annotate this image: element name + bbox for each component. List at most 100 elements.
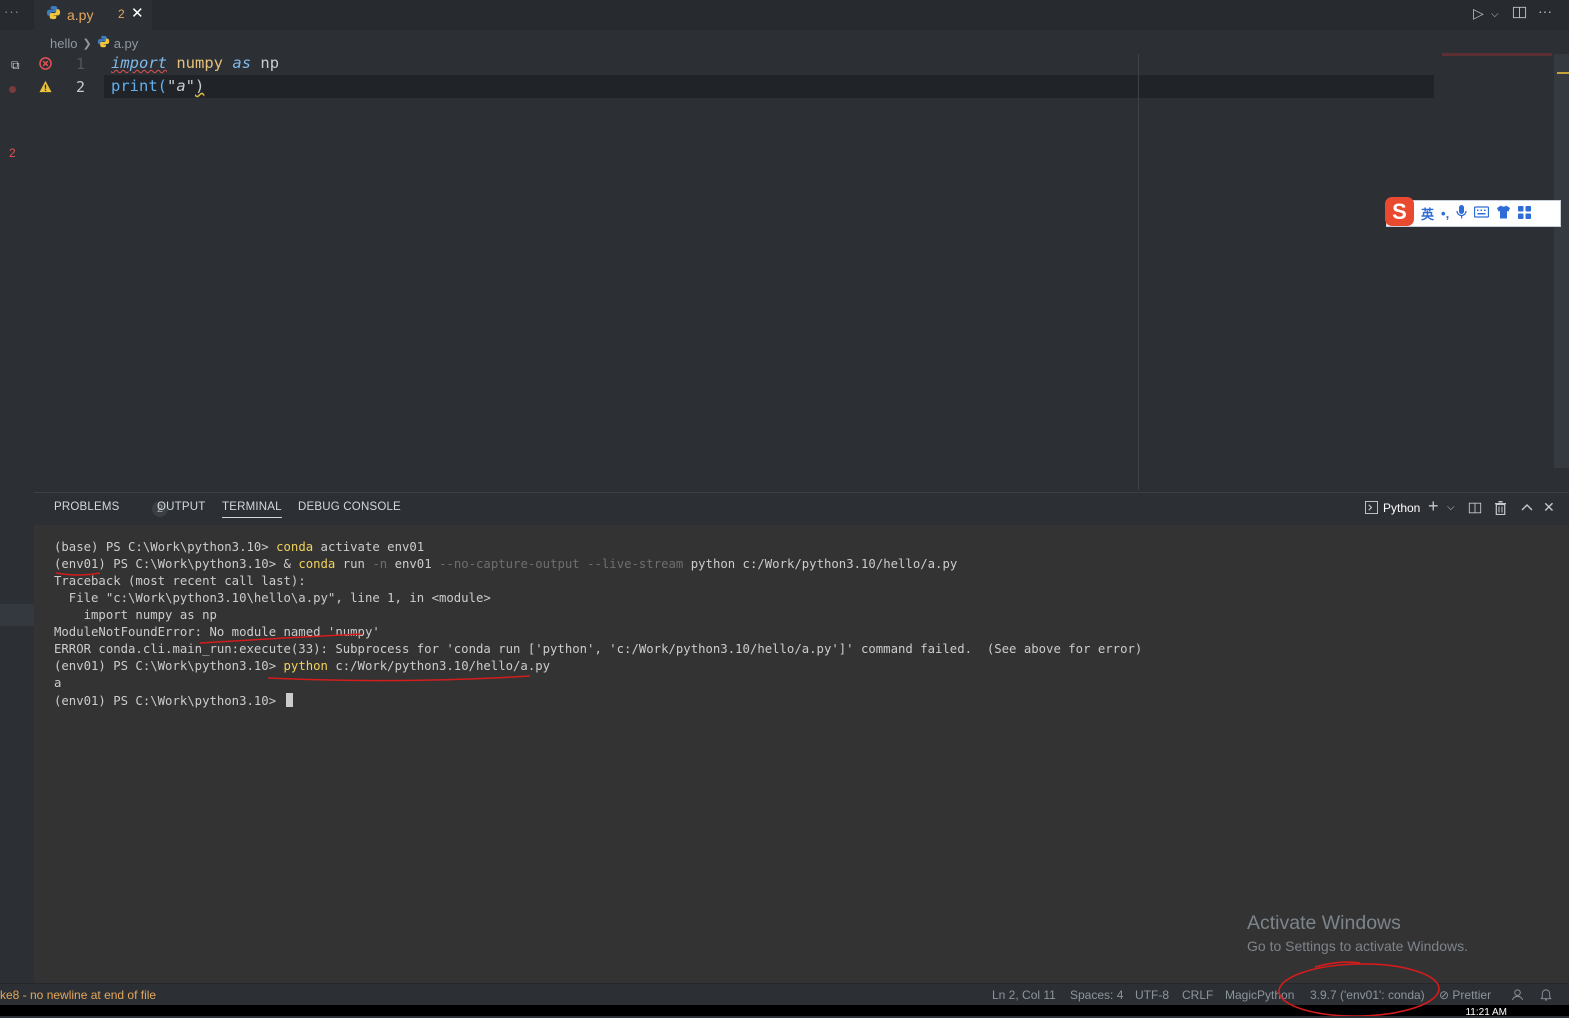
chevron-down-icon[interactable]: ⌵ [1491,9,1499,20]
windows-taskbar [0,1005,1569,1016]
language-mode[interactable]: MagicPython [1225,988,1294,1002]
terminal-text: (env01) PS C:\Work\python3.10> & [54,557,299,571]
more-actions-icon[interactable]: ··· [4,4,20,19]
code-token: ) [195,77,205,95]
run-icon[interactable]: ▷ [1473,5,1484,22]
terminal-text: (env01) PS C:\Work\python3.10> [54,659,284,673]
mic-icon[interactable] [1456,205,1467,222]
activity-highlight [0,604,34,626]
code-token: numpy [176,54,224,72]
more-icon[interactable]: ··· [1538,3,1552,19]
terminal-line: (env01) PS C:\Work\python3.10> python c:… [54,659,550,673]
overview-count: 2 [9,146,16,160]
current-line-highlight [104,75,1434,98]
split-editor-icon[interactable] [1512,5,1527,23]
terminal-line: Traceback (most recent call last): [54,574,306,588]
add-terminal-icon[interactable]: + [1428,496,1439,517]
tab-a-py[interactable]: a.py 2 ✕ [34,0,152,30]
terminal-text: activate env01 [313,540,425,554]
terminal-line: import numpy as np [54,608,217,622]
terminal-line: (base) PS C:\Work\python3.10> conda acti… [54,540,424,554]
code-token: np [260,54,280,72]
terminal-text: python c:/Work/python3.10/hello/a.py [683,557,958,571]
sogou-logo-icon[interactable]: S [1385,197,1414,226]
terminal-line: File "c:\Work\python3.10\hello\a.py", li… [54,591,491,605]
editor-scrollbar[interactable] [1554,54,1569,468]
breadcrumb-file[interactable]: a.py [114,36,139,51]
python-interpreter[interactable]: 3.9.7 ('env01': conda) [1310,988,1425,1002]
terminal-text: (base) PS C:\Work\python3.10> [54,540,277,554]
indentation[interactable]: Spaces: 4 [1070,988,1123,1002]
terminal-text: conda [298,557,336,571]
terminal-text: conda [276,540,314,554]
ime-punct[interactable]: •, [1441,206,1449,221]
terminal-line: ModuleNotFoundError: No module named 'nu… [54,625,380,639]
code-token: print( [111,77,167,95]
chevron-right-icon: ❯ [82,37,92,50]
panel-header: PROBLEMS 2 OUTPUT TERMINAL DEBUG CONSOLE… [34,492,1569,525]
terminal-line: a [54,676,62,690]
breakpoint-icon[interactable] [9,82,16,96]
ime-toolbar[interactable]: S 英 •, [1385,197,1561,227]
cursor-position[interactable]: Ln 2, Col 11 [992,988,1056,1002]
terminal-profile-label[interactable]: Python [1383,501,1420,515]
feedback-icon[interactable] [1511,988,1524,1004]
error-icon[interactable] [39,57,52,73]
tab-problems[interactable]: PROBLEMS [54,501,120,513]
terminal-text: c:/Work/python3.10/hello/a.py [327,659,551,673]
code-token: as [232,54,252,72]
prettier-status[interactable]: ⊘ Prettier [1439,988,1491,1002]
terminal-cursor [285,693,293,707]
scrollbar-warning-marker [1557,72,1569,74]
breadcrumb-folder[interactable]: hello [50,36,77,51]
prettier-label: Prettier [1452,988,1492,1002]
terminal-line: (env01) PS C:\Work\python3.10> & conda r… [54,557,957,571]
python-file-icon [46,5,61,25]
terminal-text: run [335,557,373,571]
terminal-text: (env01) PS C:\Work\python3.10> [54,694,284,708]
terminal-text: --no-capture-output --live-stream [439,557,684,571]
tab-terminal[interactable]: TERMINAL [222,501,282,518]
trash-icon[interactable] [1494,501,1507,518]
minimap[interactable] [1442,53,1552,56]
terminal-line: ERROR conda.cli.main_run:execute(33): Su… [54,642,1143,656]
tab-debug-console[interactable]: DEBUG CONSOLE [298,501,401,513]
line-number: 2 [75,78,85,96]
check-icon: ⊘ [1439,988,1450,1002]
skin-icon[interactable] [1496,205,1511,222]
status-message[interactable]: ke8 - no newline at end of file [0,988,156,1002]
chevron-down-icon[interactable]: ⌵ [1447,502,1455,513]
warning-icon[interactable] [39,80,52,96]
line-number: 1 [75,55,85,73]
code-line-2[interactable]: print("a") [111,77,204,95]
watermark-subtitle: Go to Settings to activate Windows. [1247,938,1468,954]
python-file-icon [97,35,110,51]
code-line-1[interactable]: import numpy as np [111,54,279,72]
tab-label: a.py [67,7,94,23]
maximize-panel-icon[interactable] [1521,499,1533,515]
bell-icon[interactable] [1540,988,1552,1004]
menu-icon[interactable] [1518,205,1532,222]
watermark-title: Activate Windows [1247,912,1401,934]
terminal-text: python [283,659,328,673]
line-ending[interactable]: CRLF [1182,988,1213,1002]
activate-windows-watermark: Activate Windows Go to Settings to activ… [1247,912,1468,954]
terminal-line: (env01) PS C:\Work\python3.10> [54,693,293,708]
close-panel-icon[interactable]: ✕ [1543,499,1555,516]
keyboard-icon[interactable] [1474,206,1490,221]
taskbar-clock: 11:21 AM [1465,1007,1507,1018]
ime-mode[interactable]: 英 [1421,204,1434,223]
split-terminal-icon[interactable] [1468,501,1482,518]
editor-tab-bar: ··· a.py 2 ✕ ▷ ⌵ ··· [0,0,1569,30]
code-token: import [111,54,167,72]
close-icon[interactable]: ✕ [131,4,144,22]
terminal-text: env01 [387,557,440,571]
editor-ruler [1138,54,1139,490]
tab-problem-count: 2 [118,7,125,21]
code-token: "a" [167,77,195,95]
tab-output[interactable]: OUTPUT [157,501,205,513]
status-bar: ke8 - no newline at end of file Ln 2, Co… [0,983,1569,1006]
encoding[interactable]: UTF-8 [1135,988,1169,1002]
restore-icon[interactable]: ⧉ [11,58,20,73]
breadcrumb: hello ❯ a.py [50,34,138,52]
